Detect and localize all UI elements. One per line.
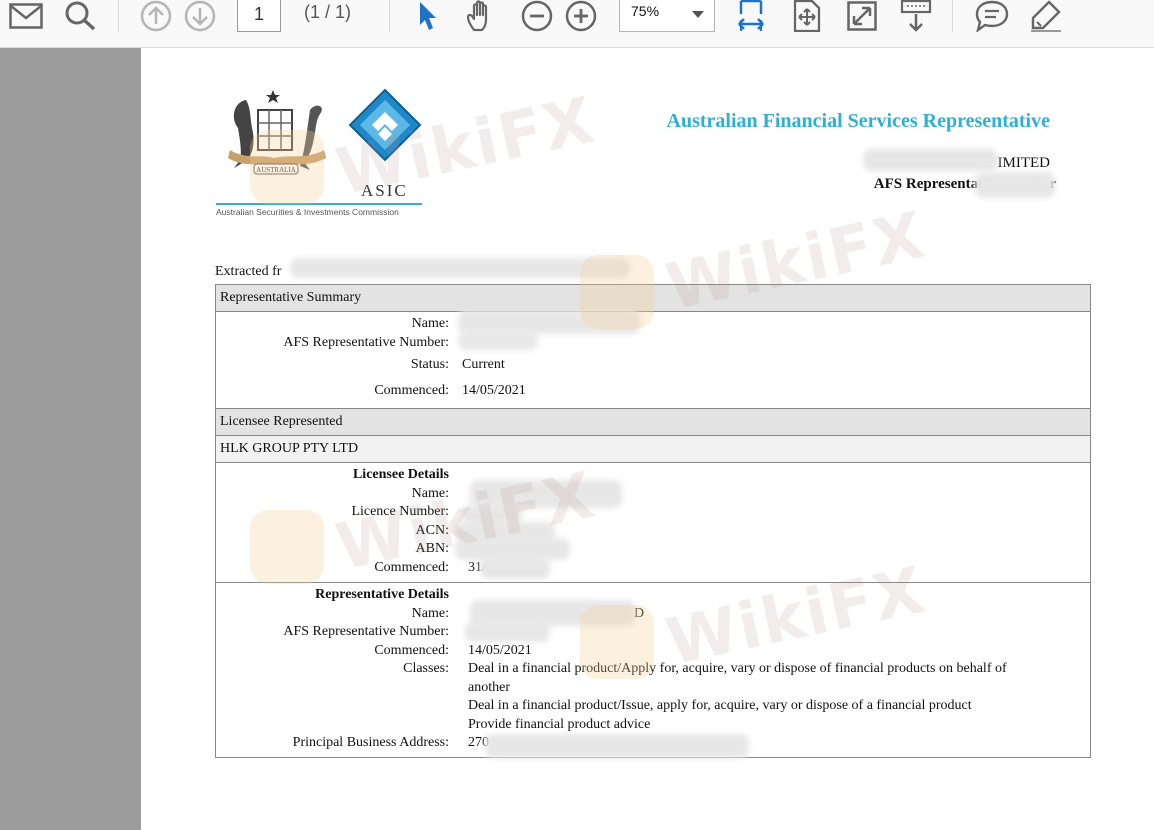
comment-icon[interactable] — [974, 0, 1010, 32]
watermark-logo-icon — [580, 255, 654, 329]
fullscreen-icon[interactable] — [846, 0, 878, 32]
summary-status-label: Status: — [410, 357, 449, 372]
zoom-in-icon[interactable] — [564, 0, 598, 32]
rep-commenced-label: Commenced: — [374, 643, 449, 658]
toolbar-separator — [118, 0, 119, 32]
search-icon[interactable] — [62, 0, 98, 32]
redaction-blur — [458, 332, 538, 350]
extracted-line: Extracted fr — [215, 264, 282, 279]
select-tool-icon[interactable] — [412, 0, 444, 32]
summary-name-label: Name: — [411, 316, 449, 331]
licensee-details-title: Licensee Details — [352, 467, 449, 482]
licensee-header: Licensee Represented — [216, 409, 1090, 435]
summary-status-value: Current — [462, 357, 505, 372]
class-item: another — [468, 680, 510, 695]
redaction-blur — [480, 557, 550, 579]
summary-commenced-label: Commenced: — [374, 383, 449, 398]
rep-commenced-value: 14/05/2021 — [468, 643, 532, 658]
rep-name-label: Name: — [411, 606, 449, 621]
class-item: Deal in a financial product/Issue, apply… — [468, 698, 972, 713]
fit-width-icon[interactable] — [735, 0, 767, 32]
page-up-icon[interactable] — [138, 0, 174, 32]
summary-afs-label: AFS Representative Number: — [283, 335, 449, 350]
table-divider — [216, 462, 1090, 463]
hand-tool-icon[interactable] — [463, 0, 499, 32]
redaction-blur — [465, 622, 550, 642]
zoom-out-icon[interactable] — [520, 0, 554, 32]
rep-details-title: Representative Details — [315, 587, 449, 602]
fit-page-icon[interactable] — [791, 0, 823, 32]
watermark-logo-icon — [250, 510, 324, 584]
watermark-logo-icon — [580, 605, 654, 679]
redaction-blur — [485, 734, 749, 758]
redaction-blur — [290, 258, 630, 278]
classes-label: Classes: — [403, 661, 449, 676]
mail-icon[interactable] — [8, 0, 44, 32]
document-title: Australian Financial Services Representa… — [666, 110, 1050, 132]
zoom-select[interactable]: 75% — [619, 0, 715, 32]
asic-logo-subtitle: Australian Securities & Investments Comm… — [216, 207, 399, 217]
watermark-logo-icon — [250, 130, 324, 204]
address-label: Principal Business Address: — [292, 735, 449, 750]
viewer-sidebar-gutter — [0, 48, 141, 830]
redaction-blur — [863, 149, 998, 171]
pdf-toolbar: 1 (1 / 1) 75% — [0, 0, 1154, 48]
highlight-icon[interactable] — [1028, 0, 1064, 32]
toolbar-separator — [389, 0, 390, 32]
scroll-mode-icon[interactable] — [899, 0, 933, 32]
asic-divider — [216, 203, 422, 205]
summary-commenced-value: 14/05/2021 — [462, 383, 526, 398]
chevron-down-icon — [692, 11, 704, 18]
licensee-name-row: HLK GROUP PTY LTD — [216, 436, 1090, 462]
page-number-input[interactable]: 1 — [237, 0, 281, 32]
page-down-icon[interactable] — [182, 0, 218, 32]
page-count: (1 / 1) — [304, 2, 352, 22]
zoom-value: 75% — [631, 3, 660, 19]
redaction-blur — [975, 172, 1055, 198]
rep-afs-label: AFS Representative Number: — [283, 624, 449, 639]
class-item: Provide financial product advice — [468, 717, 651, 732]
toolbar-separator — [952, 0, 953, 32]
